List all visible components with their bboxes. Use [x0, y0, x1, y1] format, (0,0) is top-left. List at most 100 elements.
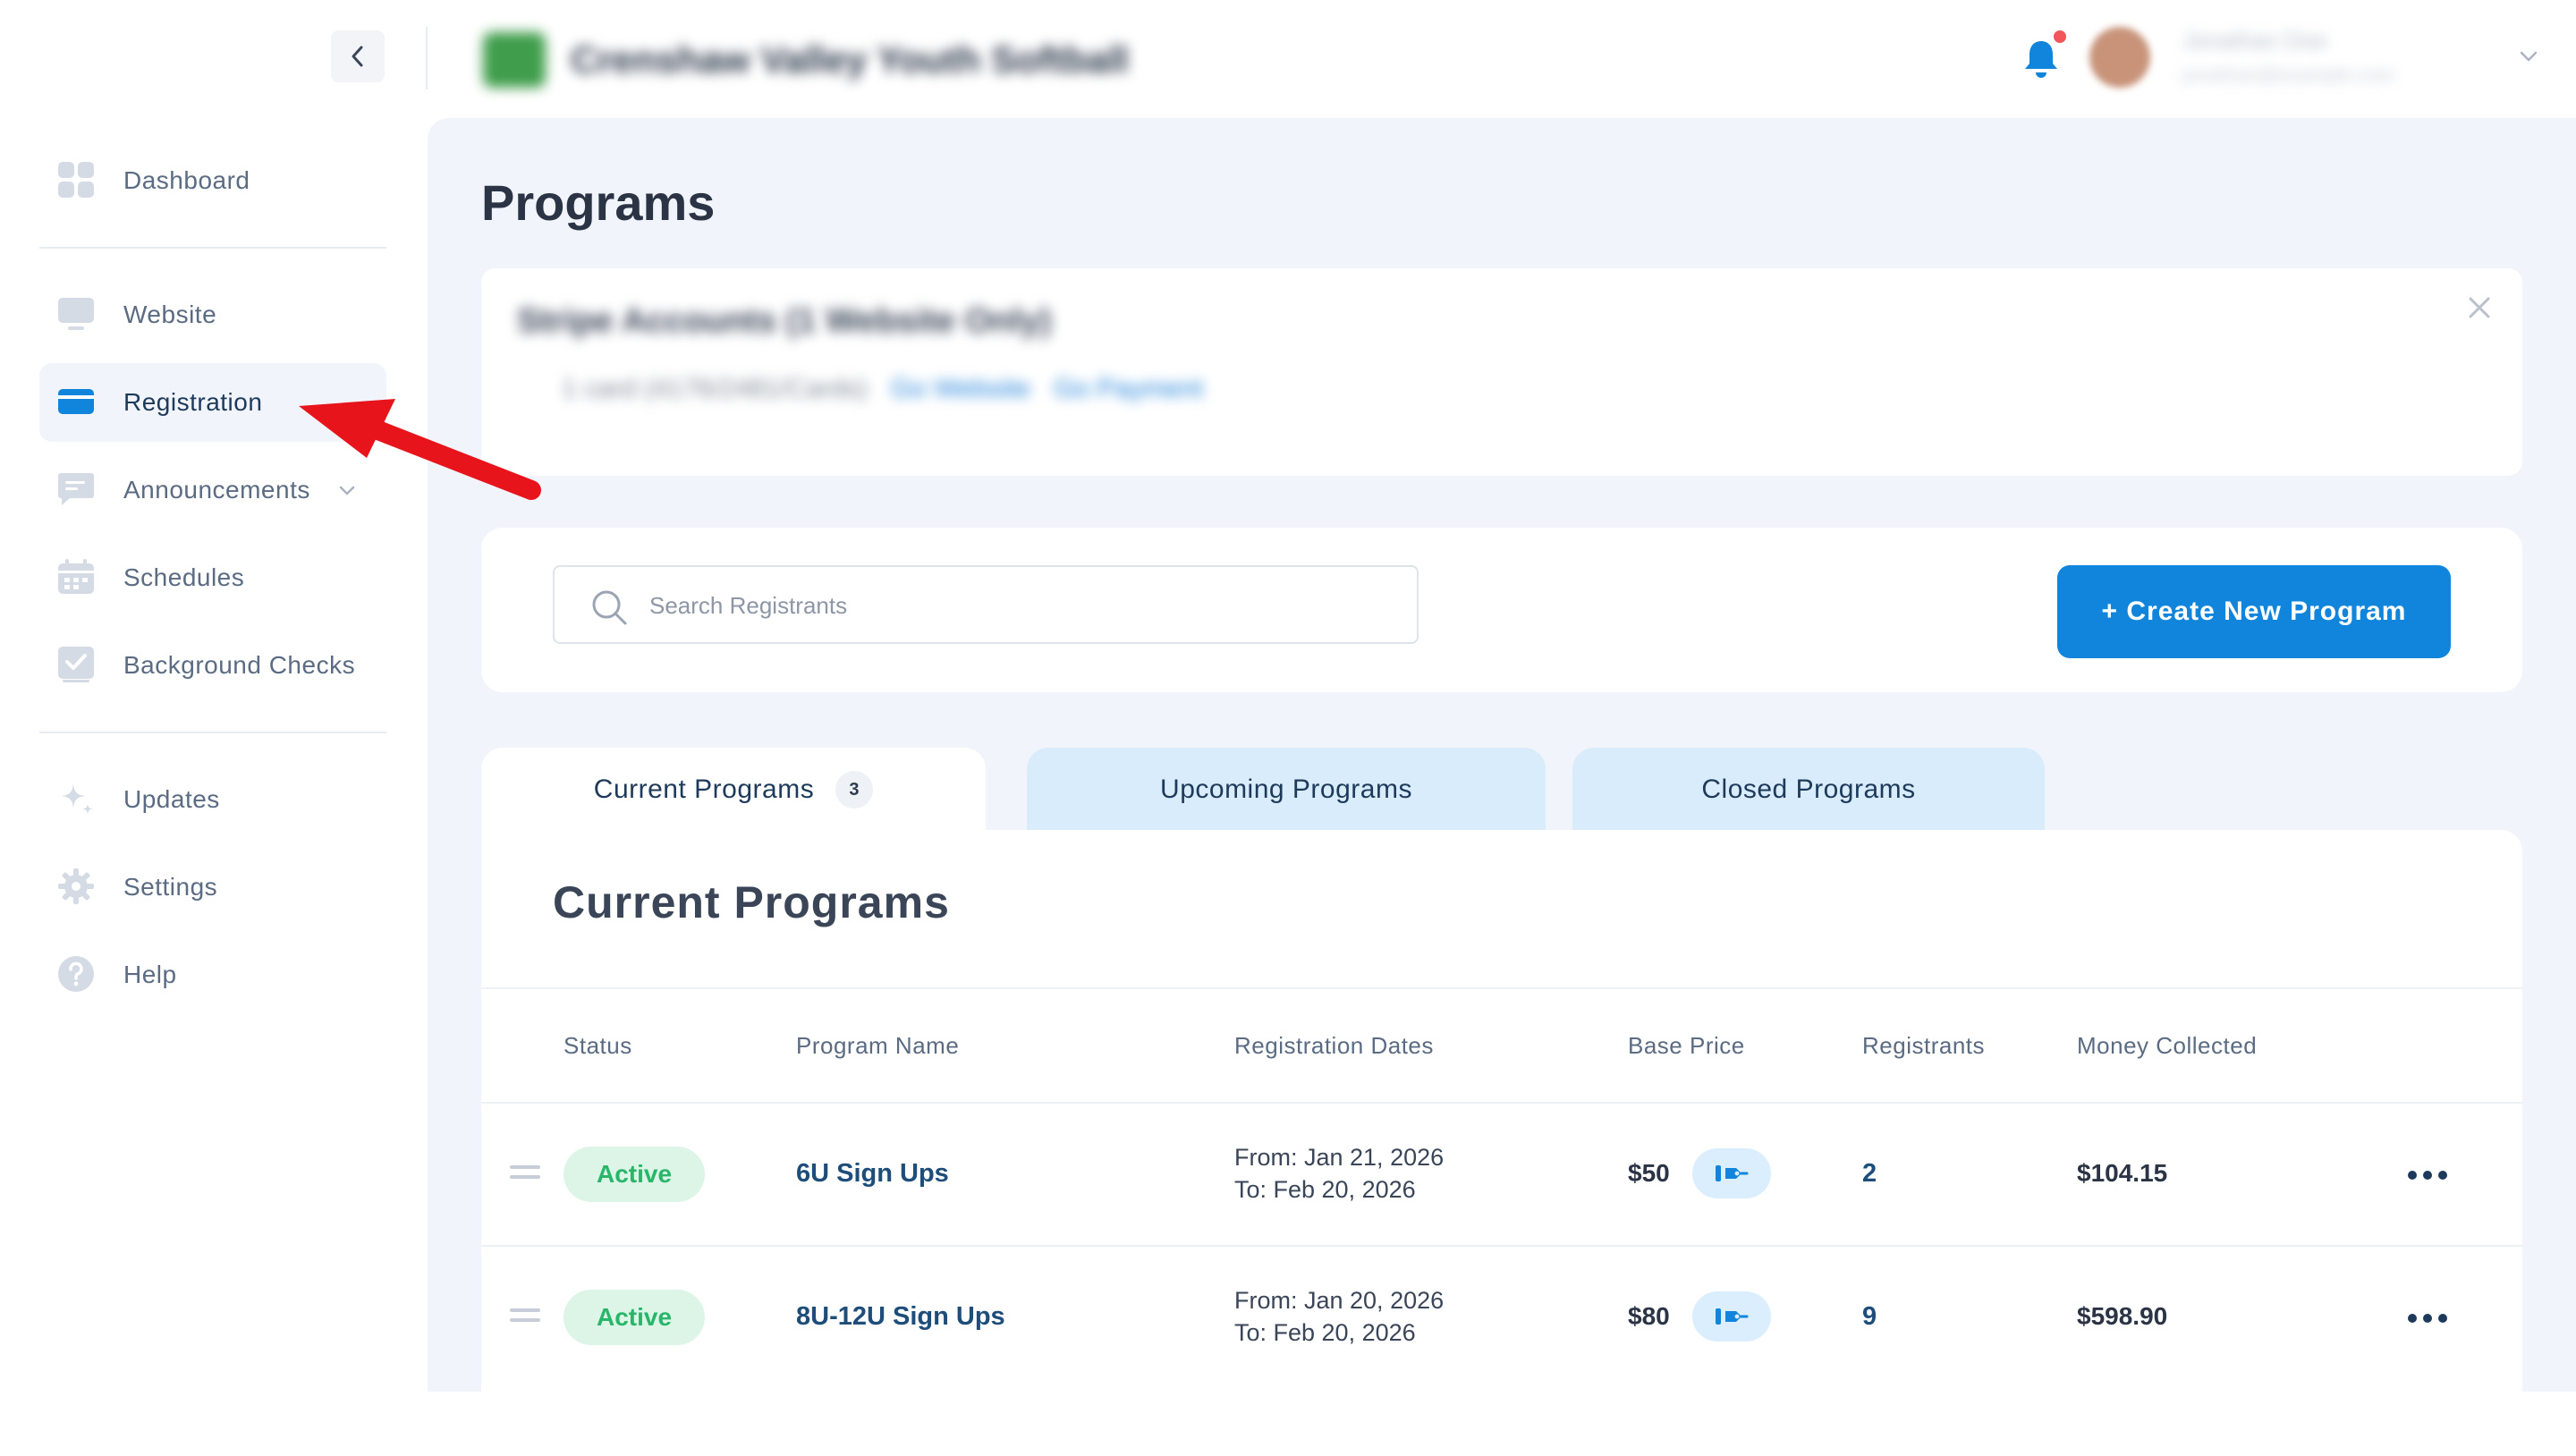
user-name: Jonathan Doe — [2182, 27, 2327, 54]
club-logo — [483, 32, 546, 88]
price-tag-icon — [1716, 1165, 1749, 1181]
sidebar-item-label: Settings — [123, 873, 218, 901]
sidebar-item-website[interactable]: Website — [39, 275, 386, 354]
status-badge: Active — [564, 1290, 705, 1345]
table-row: Active 8U-12U Sign Ups From: Jan 20, 202… — [481, 1247, 2522, 1388]
create-new-program-button[interactable]: + Create New Program — [2057, 565, 2451, 658]
chevron-down-icon — [339, 486, 355, 495]
registrants-count-link[interactable]: 2 — [1862, 1159, 1877, 1189]
column-header-money-collected: Money Collected — [2077, 1032, 2258, 1059]
calendar-icon — [55, 556, 97, 597]
stripe-banner: Stripe Accounts (1 Website Only) 1 card … — [481, 268, 2522, 476]
sidebar-item-schedules[interactable]: Schedules — [39, 538, 386, 617]
check-icon — [55, 644, 97, 685]
sidebar-item-background-checks[interactable]: Background Checks — [39, 626, 386, 705]
user-menu[interactable]: Jonathan Doe jonathan@example.com — [2182, 27, 2395, 87]
sidebar-item-label: Registration — [123, 388, 263, 416]
sidebar: Dashboard Website Registration Announcem… — [0, 0, 428, 1392]
programs-table: Current Programs Status Program Name Reg… — [481, 830, 2522, 1456]
sparkle-icon — [55, 778, 97, 819]
avatar[interactable] — [2089, 27, 2150, 88]
search-icon — [590, 588, 628, 631]
gear-icon — [55, 866, 97, 907]
page-title: Programs — [481, 174, 716, 231]
tab-count-badge: 3 — [835, 771, 874, 808]
status-badge: Active — [564, 1147, 705, 1202]
tab-label: Closed Programs — [1701, 775, 1916, 804]
tab-closed-programs[interactable]: Closed Programs — [1572, 748, 2045, 832]
column-header-base-price: Base Price — [1628, 1032, 1745, 1059]
sidebar-item-label: Updates — [123, 785, 220, 813]
header-separator — [426, 27, 428, 89]
date-from: From: Jan 20, 2026 — [1234, 1287, 1445, 1314]
column-header-program-name: Program Name — [796, 1032, 960, 1059]
search-field — [553, 565, 1419, 644]
notification-badge — [2054, 30, 2066, 43]
search-card: + Create New Program — [481, 528, 2522, 692]
banner-title: Stripe Accounts (1 Website Only) — [517, 302, 1052, 340]
chat-icon — [55, 469, 97, 510]
column-header-registration-dates: Registration Dates — [1234, 1032, 1434, 1059]
user-email: jonathan@example.com — [2182, 63, 2395, 86]
money-collected: $104.15 — [2077, 1159, 2168, 1187]
sidebar-item-announcements[interactable]: Announcements — [39, 451, 386, 529]
banner-link-website[interactable]: Go Website — [891, 374, 1030, 404]
drag-handle-icon[interactable] — [510, 1164, 540, 1185]
date-from: From: Jan 21, 2026 — [1234, 1144, 1445, 1171]
registrants-count-link[interactable]: 9 — [1862, 1302, 1877, 1332]
chevron-left-icon — [352, 46, 363, 67]
banner-link-payment[interactable]: Go Payment — [1054, 374, 1203, 404]
sidebar-item-label: Dashboard — [123, 166, 250, 194]
help-icon — [55, 953, 97, 995]
sidebar-item-settings[interactable]: Settings — [39, 848, 386, 927]
date-to: To: Feb 20, 2026 — [1234, 1319, 1416, 1346]
sidebar-item-label: Announcements — [123, 476, 310, 504]
sidebar-item-registration[interactable]: Registration — [39, 363, 386, 442]
sidebar-item-label: Background Checks — [123, 651, 356, 679]
more-icon — [2408, 1314, 2447, 1323]
sidebar-item-dashboard[interactable]: Dashboard — [39, 141, 386, 220]
sidebar-item-help[interactable]: Help — [39, 935, 386, 1014]
chevron-down-icon[interactable] — [2519, 50, 2538, 63]
table-row: Active 6U Sign Ups From: Jan 21, 2026 To… — [481, 1104, 2522, 1245]
pricing-options-button[interactable] — [1692, 1291, 1771, 1342]
banner-detail-text: 1 card (4176/2481/Cards) — [562, 374, 868, 403]
sidebar-item-updates[interactable]: Updates — [39, 760, 386, 839]
price-tag-icon — [1716, 1308, 1749, 1325]
banner-close-button[interactable] — [2467, 295, 2492, 325]
club-name: Crenshaw Valley Youth Softball — [571, 38, 1129, 80]
main-content: Programs Stripe Accounts (1 Website Only… — [428, 118, 2576, 1456]
card-icon — [55, 381, 97, 422]
sidebar-item-label: Help — [123, 961, 177, 988]
tab-current-programs[interactable]: Current Programs 3 — [481, 748, 986, 832]
club-switcher[interactable]: Crenshaw Valley Youth Softball — [483, 32, 1129, 88]
table-divider — [481, 987, 2522, 989]
tab-upcoming-programs[interactable]: Upcoming Programs — [1027, 748, 1546, 832]
base-price: $80 — [1628, 1302, 1670, 1330]
program-name-link[interactable]: 6U Sign Ups — [796, 1159, 949, 1189]
sidebar-divider — [39, 247, 386, 249]
program-name-link[interactable]: 8U-12U Sign Ups — [796, 1302, 1005, 1332]
close-icon — [2469, 297, 2490, 318]
more-icon — [2408, 1171, 2447, 1180]
search-input[interactable] — [648, 567, 1385, 644]
collapse-sidebar-button[interactable] — [331, 30, 385, 82]
money-collected: $598.90 — [2077, 1302, 2168, 1330]
tab-label: Upcoming Programs — [1160, 775, 1412, 804]
sidebar-item-label: Website — [123, 301, 217, 328]
row-actions-button[interactable] — [2401, 1157, 2454, 1193]
registration-dates: From: Jan 20, 2026 To: Feb 20, 2026 — [1234, 1284, 1444, 1349]
drag-handle-icon[interactable] — [510, 1308, 540, 1328]
tab-label: Current Programs — [593, 775, 815, 804]
row-actions-button[interactable] — [2401, 1300, 2454, 1336]
notifications-button[interactable] — [2023, 39, 2059, 83]
section-title: Current Programs — [553, 877, 950, 927]
pricing-options-button[interactable] — [1692, 1148, 1771, 1198]
sidebar-item-label: Schedules — [123, 563, 245, 591]
date-to: To: Feb 20, 2026 — [1234, 1176, 1416, 1203]
base-price: $50 — [1628, 1159, 1670, 1187]
column-header-registrants: Registrants — [1862, 1032, 1985, 1059]
banner-details: 1 card (4176/2481/Cards) Go Website Go P… — [562, 374, 1203, 404]
bell-icon — [2025, 41, 2057, 78]
registration-dates: From: Jan 21, 2026 To: Feb 20, 2026 — [1234, 1141, 1444, 1206]
